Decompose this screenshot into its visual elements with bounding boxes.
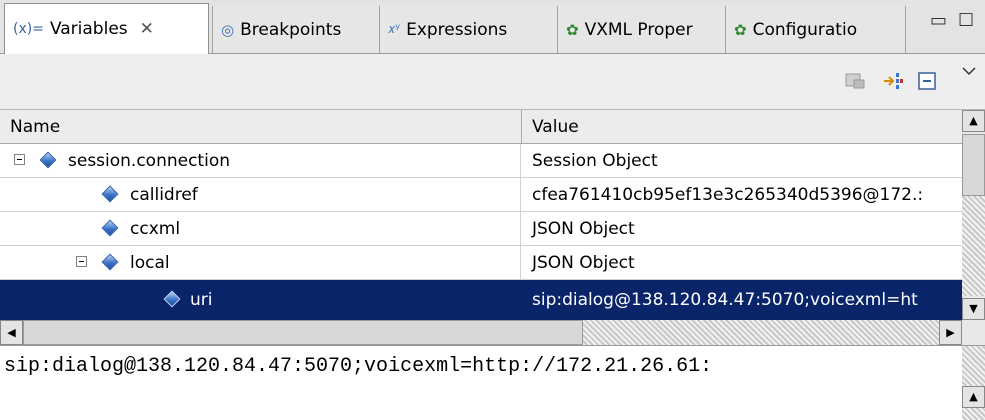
collapse-toggle-icon[interactable]: [76, 256, 87, 267]
minimize-icon[interactable]: ▭: [930, 10, 947, 31]
variable-value: Session Object: [532, 151, 658, 171]
name-cell: session.connection: [0, 144, 521, 178]
variable-value: JSON Object: [532, 219, 635, 239]
show-type-names-icon[interactable]: [844, 70, 868, 92]
vxml-icon: ✿: [566, 20, 579, 39]
tab-configuration-label: Configuratio: [752, 19, 858, 40]
scroll-thumb[interactable]: [23, 320, 583, 345]
variable-value: cfea761410cb95ef13e3c265340d5396@172.:: [532, 185, 924, 205]
name-cell: uri: [0, 280, 521, 320]
configuration-icon: ✿: [734, 20, 747, 39]
name-cell: ccxml: [0, 212, 521, 246]
maximize-icon[interactable]: ☐: [958, 10, 974, 31]
scroll-track[interactable]: [583, 320, 939, 345]
collapse-toggle-icon[interactable]: [14, 154, 25, 165]
variable-value: sip:dialog@138.120.84.47:5070;voicexml=h…: [532, 290, 918, 310]
name-cell: local: [0, 246, 521, 280]
horizontal-scrollbar[interactable]: ◀ ▶: [0, 320, 962, 345]
scrollbar-corner: [962, 320, 985, 345]
variable-diamond-icon: [101, 219, 119, 237]
variable-name: local: [130, 253, 170, 273]
scroll-track[interactable]: [962, 346, 985, 420]
variable-diamond-icon: [101, 253, 119, 271]
variable-name: uri: [190, 290, 213, 310]
vertical-scrollbar[interactable]: ▲ ▼: [962, 110, 985, 320]
tab-variables[interactable]: (x)= Variables ✕: [4, 3, 209, 54]
tab-vxml-properties[interactable]: ✿ VXML Proper: [558, 6, 726, 53]
variable-value: JSON Object: [532, 253, 635, 273]
variable-name: session.connection: [68, 151, 230, 171]
table-row-selected[interactable]: uri sip:dialog@138.120.84.47:5070;voicex…: [0, 280, 962, 320]
scroll-track[interactable]: [962, 196, 985, 296]
variable-name: ccxml: [130, 219, 181, 239]
variables-icon: (x)=: [13, 21, 44, 37]
tab-breakpoints[interactable]: ◎ Breakpoints: [212, 6, 380, 53]
variable-diamond-icon: [163, 290, 181, 308]
collapse-to-icon[interactable]: [882, 70, 906, 92]
detail-pane[interactable]: sip:dialog@138.120.84.47:5070;voicexml=h…: [0, 345, 985, 420]
expressions-icon: 𝑥ʸ: [388, 22, 401, 37]
view-toolbar: [0, 54, 985, 110]
variable-name: callidref: [130, 185, 198, 205]
scroll-up-icon[interactable]: ▲: [962, 386, 985, 408]
tab-breakpoints-label: Breakpoints: [240, 19, 342, 40]
breakpoints-icon: ◎: [221, 20, 235, 39]
detail-vertical-scrollbar[interactable]: ▲: [962, 346, 985, 420]
column-header-name[interactable]: Name: [0, 110, 522, 144]
tab-expressions[interactable]: 𝑥ʸ Expressions: [380, 6, 558, 53]
view-menu-chevron-down-icon[interactable]: [960, 64, 978, 78]
variable-diamond-icon: [39, 151, 57, 169]
name-cell: callidref: [0, 178, 521, 212]
variables-tree-table: Name Value session.connection Session Ob…: [0, 110, 985, 345]
view-tab-bar: (x)= Variables ✕ ◎ Breakpoints 𝑥ʸ Expres…: [0, 0, 985, 54]
column-header-value[interactable]: Value: [522, 110, 962, 144]
table-row[interactable]: local JSON Object: [0, 246, 962, 280]
variable-diamond-icon: [101, 185, 119, 203]
scroll-up-icon[interactable]: ▲: [962, 110, 985, 132]
table-row[interactable]: callidref cfea761410cb95ef13e3c265340d53…: [0, 178, 962, 212]
tab-variables-label: Variables: [49, 19, 128, 39]
close-icon[interactable]: ✕: [140, 19, 154, 39]
tab-vxml-label: VXML Proper: [584, 19, 693, 40]
scroll-left-icon[interactable]: ◀: [0, 320, 23, 345]
table-row[interactable]: session.connection Session Object: [0, 144, 962, 178]
tab-configuration[interactable]: ✿ Configuratio: [726, 6, 906, 53]
collapse-all-icon[interactable]: [916, 70, 940, 92]
scroll-down-icon[interactable]: ▼: [962, 298, 985, 320]
table-header: Name Value: [0, 110, 962, 144]
tab-expressions-label: Expressions: [406, 19, 508, 40]
scroll-right-icon[interactable]: ▶: [939, 320, 962, 345]
table-row[interactable]: ccxml JSON Object: [0, 212, 962, 246]
scroll-thumb[interactable]: [962, 134, 985, 196]
detail-value-text[interactable]: sip:dialog@138.120.84.47:5070;voicexml=h…: [4, 352, 954, 382]
